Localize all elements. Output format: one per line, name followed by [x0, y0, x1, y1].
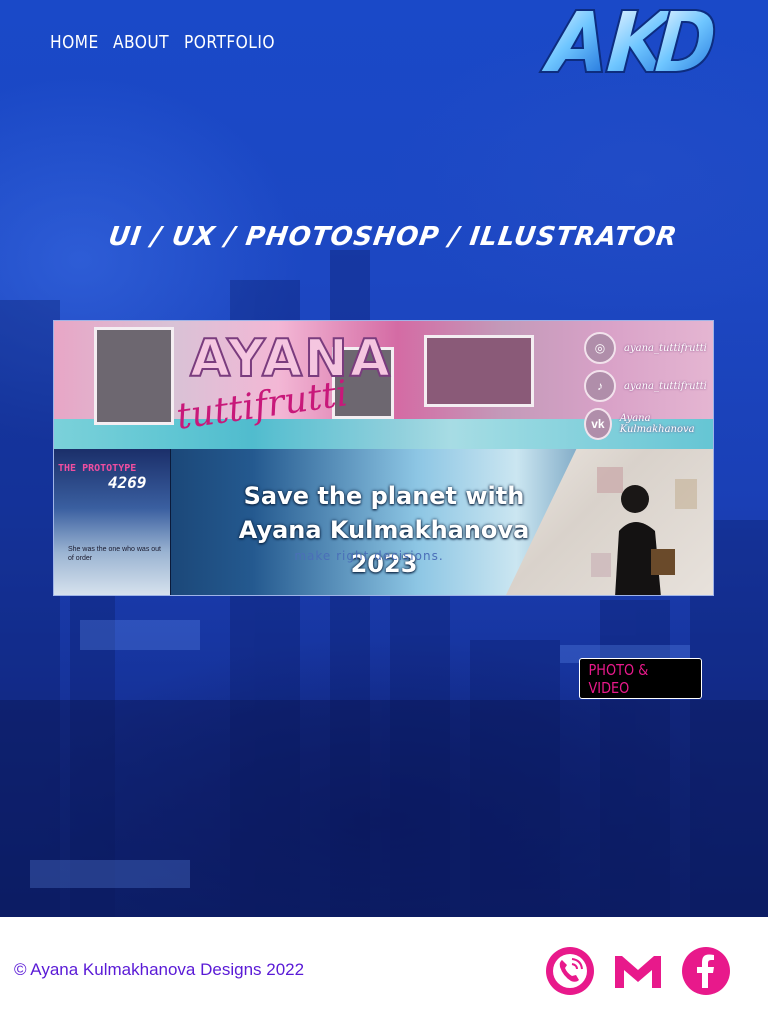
social-row-tiktok: ♪ ayana_tuttifrutti — [584, 367, 712, 405]
prototype-poster: THE PROTOTYPE 4269 She was the one who w… — [54, 449, 171, 595]
akd-logo[interactable] — [536, 4, 718, 76]
poster-number: 4269 — [108, 473, 147, 492]
youtube-banner: AYANA tuttifrutti ◎ ayana_tuttifrutti ♪ … — [54, 321, 713, 449]
social-row-vk: vk Ayana Kulmakhanova — [584, 405, 712, 443]
social-handle: Ayana Kulmakhanova — [619, 413, 695, 435]
banner-social-list: ◎ ayana_tuttifrutti ♪ ayana_tuttifrutti … — [584, 329, 712, 443]
photo-video-button[interactable]: PHOTO & VIDEO — [579, 658, 702, 699]
footer-copyright: © Ayana Kulmakhanova Designs 2022 — [14, 960, 305, 979]
vk-icon: vk — [584, 408, 612, 440]
banner-headline: Save the planet with Ayana Kulmakhanova … — [204, 479, 564, 581]
skills-tagline: UI / UX / PHOTOSHOP / ILLUSTRATOR — [106, 222, 680, 252]
planet-banner: THE PROTOTYPE 4269 She was the one who w… — [54, 449, 713, 595]
logo-graphic — [538, 9, 716, 73]
social-handle: ayana_tuttifrutti — [624, 380, 707, 392]
poster-caption: She was the one who was out of order — [68, 546, 162, 562]
phone-icon[interactable] — [545, 946, 595, 996]
social-handle: ayana_tuttifrutti — [624, 342, 707, 354]
photo-video-label: PHOTO & VIDEO — [588, 660, 649, 697]
nav-home-link[interactable]: HOME — [50, 32, 99, 53]
footer-contact-icons — [545, 946, 731, 996]
headline-line-2: Ayana Kulmakhanova 2023 — [238, 516, 530, 578]
hero-section: HOME ABOUT PORTFOLIO UI / UX / PHOTOSHOP… — [0, 0, 768, 917]
nav-portfolio-link[interactable]: PORTFOLIO — [184, 32, 275, 53]
instagram-icon: ◎ — [584, 332, 616, 364]
social-row-instagram: ◎ ayana_tuttifrutti — [584, 329, 712, 367]
group-photo — [424, 335, 534, 407]
nav-about-link[interactable]: ABOUT — [113, 32, 169, 53]
main-nav: HOME ABOUT PORTFOLIO — [50, 32, 290, 53]
facebook-icon[interactable] — [681, 946, 731, 996]
headline-line-1: Save the planet with — [243, 482, 525, 510]
portrait-photo — [94, 327, 174, 425]
tiktok-icon: ♪ — [584, 370, 616, 402]
gmail-icon[interactable] — [613, 946, 663, 996]
banner-subline: make right decisions. — [294, 549, 444, 563]
portfolio-gallery[interactable]: AYANA tuttifrutti ◎ ayana_tuttifrutti ♪ … — [53, 320, 714, 596]
